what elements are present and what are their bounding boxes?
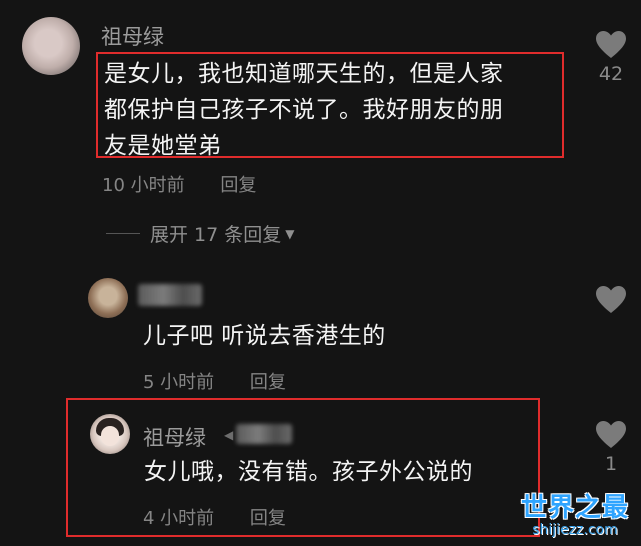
heart-icon: [596, 286, 626, 313]
divider: [106, 233, 140, 234]
comment-meta: 5 小时前 回复: [143, 368, 316, 394]
like-count: 1: [604, 453, 618, 475]
blurred-badge: [236, 424, 292, 444]
comment-meta: 4 小时前 回复: [143, 504, 316, 530]
comment-text: 女儿哦，没有错。孩子外公说的: [144, 454, 473, 490]
blurred-username: [138, 284, 202, 306]
watermark-url: shijiezz.com: [532, 522, 618, 538]
comment-time: 4 小时前: [143, 508, 215, 529]
play-icon: ◀: [224, 428, 234, 442]
avatar[interactable]: [90, 414, 130, 454]
comment-meta: 10 小时前 回复: [102, 171, 286, 197]
comment-line: 女儿哦，没有错。孩子外公说的: [144, 459, 473, 485]
reply-button[interactable]: 回复: [220, 175, 256, 196]
like-button[interactable]: 1: [594, 420, 628, 475]
comment-username[interactable]: 祖母绿: [143, 422, 206, 452]
like-count: 42: [598, 63, 624, 85]
avatar[interactable]: [88, 278, 128, 318]
comment-line: 都保护自己孩子不说了。我好朋友的朋: [104, 97, 504, 123]
comment-username[interactable]: 祖母绿: [101, 21, 164, 51]
comment-line: 儿子吧 听说去香港生的: [143, 323, 386, 349]
comment-time: 5 小时前: [143, 372, 215, 393]
heart-icon: [596, 421, 626, 448]
heart-icon: [596, 31, 626, 58]
expand-replies-label: 展开 17 条回复: [150, 224, 282, 246]
comment-text: 儿子吧 听说去香港生的: [143, 318, 386, 354]
like-button[interactable]: 42: [594, 30, 628, 85]
comment-line: 是女儿，我也知道哪天生的，但是人家: [104, 61, 504, 87]
comment-text: 是女儿，我也知道哪天生的，但是人家 都保护自己孩子不说了。我好朋友的朋 友是她堂…: [104, 56, 504, 164]
expand-replies-button[interactable]: 展开 17 条回复 ▼: [106, 220, 295, 247]
reply-button[interactable]: 回复: [250, 372, 286, 393]
watermark-logo: 世界之最 shijiezz.com: [521, 487, 629, 538]
comment-line: 友是她堂弟: [104, 133, 222, 159]
watermark-title: 世界之最: [520, 493, 629, 523]
reply-button[interactable]: 回复: [250, 508, 286, 529]
comment-time: 10 小时前: [102, 175, 185, 196]
like-button[interactable]: [594, 285, 628, 314]
caret-down-icon: ▼: [285, 226, 295, 241]
avatar[interactable]: [22, 17, 80, 75]
